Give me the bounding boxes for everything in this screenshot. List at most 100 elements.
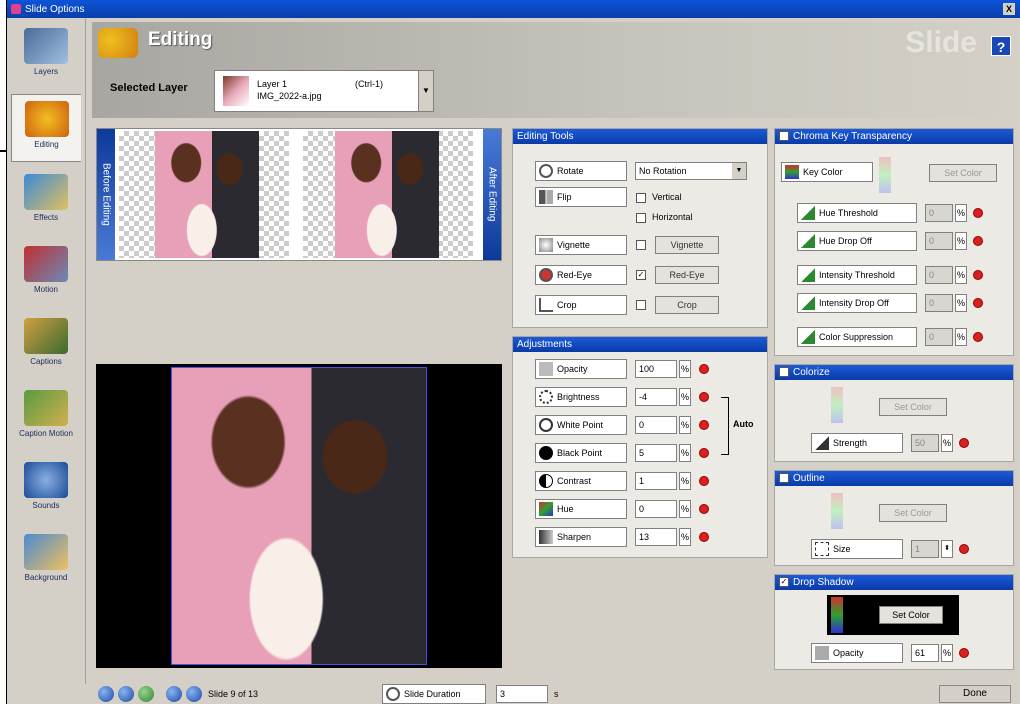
outline-checkbox[interactable] bbox=[779, 473, 789, 484]
sharpen-button[interactable]: Sharpen bbox=[535, 527, 627, 547]
opacity-field[interactable]: 100 bbox=[635, 360, 677, 378]
size-reset-icon[interactable] bbox=[959, 544, 969, 554]
chevron-down-icon[interactable]: ▼ bbox=[418, 70, 434, 112]
sharpen-reset-icon[interactable] bbox=[699, 532, 709, 542]
colorize-checkbox[interactable] bbox=[779, 367, 789, 378]
contrast-field[interactable]: 1 bbox=[635, 472, 677, 490]
hue-drop-off-field[interactable]: 0 bbox=[925, 232, 953, 250]
shadow-opacity-field[interactable]: 61 bbox=[911, 644, 939, 662]
add-icon[interactable] bbox=[138, 686, 154, 702]
slide-duration-button[interactable]: Slide Duration bbox=[382, 684, 486, 704]
hue-drop-off-button[interactable]: Hue Drop Off bbox=[797, 231, 917, 251]
redeye-tool-button[interactable]: Red-Eye bbox=[535, 265, 627, 285]
contrast-reset-icon[interactable] bbox=[699, 476, 709, 486]
rotate-icon bbox=[539, 164, 553, 178]
vignette-button[interactable]: Vignette bbox=[655, 236, 719, 254]
previous-slide-icon[interactable] bbox=[166, 686, 182, 702]
flip-button[interactable]: Flip bbox=[535, 187, 627, 207]
sidebar-item-background[interactable]: Background bbox=[11, 528, 81, 596]
chevron-down-icon[interactable]: ▼ bbox=[732, 163, 746, 179]
shadow-opacity-reset-icon[interactable] bbox=[959, 648, 969, 658]
brightness-reset-icon[interactable] bbox=[699, 392, 709, 402]
outline-set-color-button[interactable]: Set Color bbox=[879, 504, 947, 522]
shadow-set-color-button[interactable]: Set Color bbox=[879, 606, 943, 624]
crop-checkbox[interactable] bbox=[636, 300, 646, 310]
intensity-drop-off-field[interactable]: 0 bbox=[925, 294, 953, 312]
black-point-button[interactable]: Black Point bbox=[535, 443, 627, 463]
strength-reset-icon[interactable] bbox=[959, 438, 969, 448]
flip-icon bbox=[539, 190, 553, 204]
sharpen-field[interactable]: 13 bbox=[635, 528, 677, 546]
sidebar-item-layers[interactable]: Layers bbox=[11, 22, 81, 90]
size-stepper[interactable]: ⬍ bbox=[941, 540, 953, 558]
hue-drop-off-reset-icon[interactable] bbox=[973, 236, 983, 246]
vignette-tool-button[interactable]: Vignette bbox=[535, 235, 627, 255]
crop-tool-button[interactable]: Crop bbox=[535, 295, 627, 315]
crop-image[interactable] bbox=[171, 367, 427, 665]
effects-icon bbox=[24, 174, 68, 210]
vignette-checkbox[interactable] bbox=[636, 240, 646, 250]
slide-duration-field[interactable]: 3 bbox=[496, 685, 548, 703]
sidebar-item-captions[interactable]: Captions bbox=[11, 312, 81, 380]
black-point-field[interactable]: 5 bbox=[635, 444, 677, 462]
white-point-field[interactable]: 0 bbox=[635, 416, 677, 434]
drop-shadow-title: ✓ Drop Shadow bbox=[775, 575, 1013, 590]
size-button[interactable]: Size bbox=[811, 539, 903, 559]
white-point-reset-icon[interactable] bbox=[699, 420, 709, 430]
auto-button[interactable]: Auto bbox=[733, 419, 754, 429]
done-button[interactable]: Done bbox=[939, 685, 1011, 703]
color-suppression-field[interactable]: 0 bbox=[925, 328, 953, 346]
shadow-opacity-button[interactable]: Opacity bbox=[811, 643, 903, 663]
intensity-threshold-button[interactable]: Intensity Threshold bbox=[797, 265, 917, 285]
color-suppression-reset-icon[interactable] bbox=[973, 332, 983, 342]
hue-reset-icon[interactable] bbox=[699, 504, 709, 514]
color-suppression-button[interactable]: Color Suppression bbox=[797, 327, 917, 347]
rotate-button[interactable]: Rotate bbox=[535, 161, 627, 181]
intensity-threshold-reset-icon[interactable] bbox=[973, 270, 983, 280]
preview-icon[interactable] bbox=[118, 686, 134, 702]
intensity-threshold-field[interactable]: 0 bbox=[925, 266, 953, 284]
size-field[interactable]: 1 bbox=[911, 540, 939, 558]
drop-shadow-checkbox[interactable]: ✓ bbox=[779, 577, 789, 588]
hue-threshold-button[interactable]: Hue Threshold bbox=[797, 203, 917, 223]
flip-vertical-checkbox[interactable] bbox=[636, 193, 646, 203]
sidebar-item-sounds[interactable]: Sounds bbox=[11, 456, 81, 524]
sidebar-item-editing[interactable]: Editing bbox=[11, 94, 81, 162]
help-button[interactable]: ? bbox=[991, 36, 1011, 56]
title-bar: Slide Options X bbox=[7, 0, 1020, 18]
sidebar-item-motion[interactable]: Motion bbox=[11, 240, 81, 308]
redeye-button[interactable]: Red-Eye bbox=[655, 266, 719, 284]
selected-layer-dropdown[interactable]: Layer 1 (Ctrl-1) IMG_2022-a.jpg ▼ bbox=[214, 70, 434, 112]
black-point-reset-icon[interactable] bbox=[699, 448, 709, 458]
next-slide-icon[interactable] bbox=[186, 686, 202, 702]
brightness-field[interactable]: -4 bbox=[635, 388, 677, 406]
hue-threshold-reset-icon[interactable] bbox=[973, 208, 983, 218]
crop-button[interactable]: Crop bbox=[655, 296, 719, 314]
intensity-drop-off-reset-icon[interactable] bbox=[973, 298, 983, 308]
sidebar-item-effects[interactable]: Effects bbox=[11, 168, 81, 236]
brightness-button[interactable]: Brightness bbox=[535, 387, 627, 407]
strength-button[interactable]: Strength bbox=[811, 433, 903, 453]
close-button[interactable]: X bbox=[1003, 3, 1015, 15]
rotation-select[interactable]: No Rotation ▼ bbox=[635, 162, 747, 180]
hue-button[interactable]: Hue bbox=[535, 499, 627, 519]
contrast-button[interactable]: Contrast bbox=[535, 471, 627, 491]
chroma-set-color-button[interactable]: Set Color bbox=[929, 164, 997, 182]
hue-threshold-field[interactable]: 0 bbox=[925, 204, 953, 222]
sidebar-item-caption-motion[interactable]: Caption Motion bbox=[11, 384, 81, 452]
key-color-button[interactable]: Key Color bbox=[781, 162, 873, 182]
opacity-button[interactable]: Opacity bbox=[535, 359, 627, 379]
hue-field[interactable]: 0 bbox=[635, 500, 677, 518]
white-point-button[interactable]: White Point bbox=[535, 415, 627, 435]
globe-icon[interactable] bbox=[98, 686, 114, 702]
colorize-set-color-button[interactable]: Set Color bbox=[879, 398, 947, 416]
flip-horizontal-checkbox[interactable] bbox=[636, 213, 646, 223]
before-image bbox=[155, 131, 259, 258]
hue-drop-off-icon bbox=[801, 234, 815, 248]
strength-field[interactable]: 50 bbox=[911, 434, 939, 452]
chroma-key-checkbox[interactable] bbox=[779, 131, 789, 142]
intensity-drop-off-button[interactable]: Intensity Drop Off bbox=[797, 293, 917, 313]
opacity-reset-icon[interactable] bbox=[699, 364, 709, 374]
after-editing-label: After Editing bbox=[483, 129, 501, 260]
redeye-checkbox[interactable]: ✓ bbox=[636, 270, 646, 280]
